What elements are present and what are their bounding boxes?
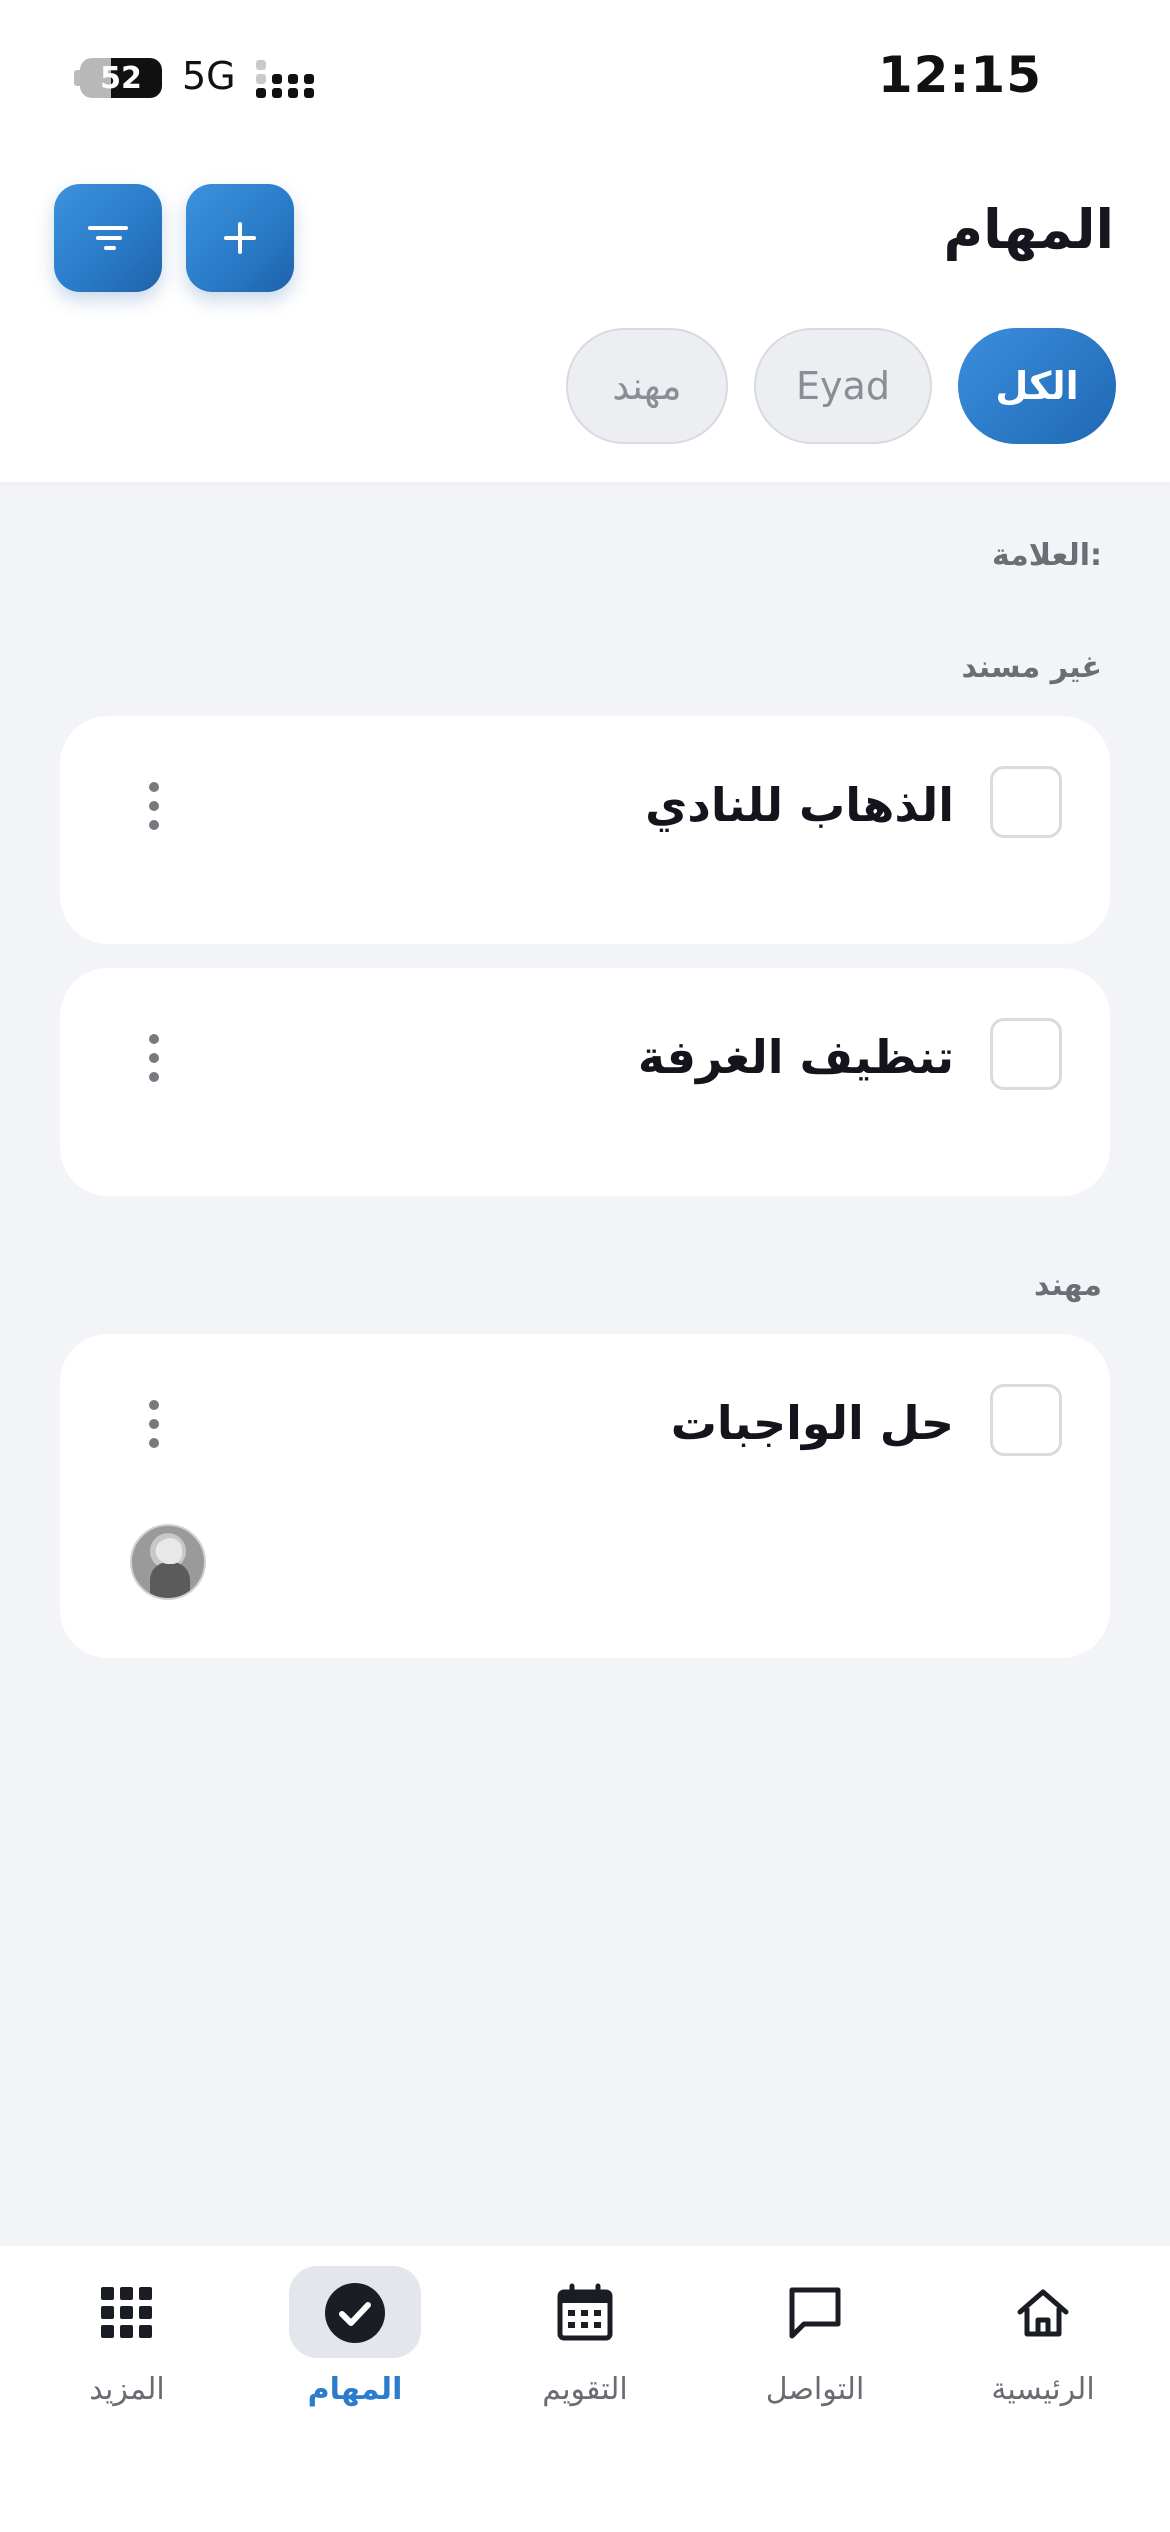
signal-icon (256, 60, 320, 100)
task-card[interactable]: الذهاب للنادي (60, 716, 1110, 944)
task-title: الذهاب للنادي (645, 778, 954, 832)
nav-chat-label: التواصل (765, 2372, 865, 2407)
nav-home-label: الرئيسية (991, 2372, 1095, 2407)
check-circle-icon (320, 2278, 390, 2348)
assignee-avatar (130, 1524, 206, 1600)
nav-calendar[interactable]: التقويم (500, 2266, 670, 2426)
chip-mohanad[interactable]: مهند (566, 328, 728, 444)
bottom-nav: الرئيسية التواصل التقويم المهام المزيد (0, 2246, 1170, 2532)
filter-lines-icon (88, 226, 128, 250)
more-vertical-icon[interactable] (144, 1400, 164, 1448)
filter-button[interactable] (54, 184, 162, 292)
nav-tasks-label: المهام (307, 2372, 403, 2407)
task-card[interactable]: حل الواجبات (60, 1334, 1110, 1658)
more-vertical-icon[interactable] (144, 1034, 164, 1082)
page-title: المهام (943, 198, 1115, 261)
chat-icon (780, 2278, 850, 2348)
nav-home[interactable]: الرئيسية (958, 2266, 1128, 2426)
network-label: 5G (182, 54, 236, 98)
task-title: تنظيف الغرفة (637, 1030, 954, 1084)
nav-more-label: المزيد (89, 2372, 165, 2407)
header: 52 5G 12:15 المهام الكل Eyad مهند (0, 0, 1170, 482)
calendar-icon (550, 2278, 620, 2348)
grid-icon (92, 2278, 162, 2348)
section-unassigned: غير مسند (961, 650, 1102, 685)
section-mohanad: مهند (1034, 1268, 1102, 1303)
task-checkbox[interactable] (990, 1018, 1062, 1090)
nav-chat[interactable]: التواصل (730, 2266, 900, 2426)
task-title: حل الواجبات (670, 1396, 954, 1450)
status-time: 12:15 (877, 46, 1042, 104)
nav-tasks[interactable]: المهام (270, 2266, 440, 2426)
nav-calendar-label: التقويم (542, 2372, 628, 2407)
plus-icon (224, 222, 256, 254)
task-checkbox[interactable] (990, 1384, 1062, 1456)
battery-indicator: 52 (80, 58, 162, 98)
add-task-button[interactable] (186, 184, 294, 292)
tag-label: العلامة: (991, 538, 1102, 573)
task-checkbox[interactable] (990, 766, 1062, 838)
more-vertical-icon[interactable] (144, 782, 164, 830)
chip-all[interactable]: الكل (958, 328, 1116, 444)
task-card[interactable]: تنظيف الغرفة (60, 968, 1110, 1196)
tasks-screen: 52 5G 12:15 المهام الكل Eyad مهند العلام… (0, 0, 1170, 2532)
chip-eyad[interactable]: Eyad (754, 328, 932, 444)
nav-more[interactable]: المزيد (42, 2266, 212, 2426)
home-icon (1008, 2278, 1078, 2348)
